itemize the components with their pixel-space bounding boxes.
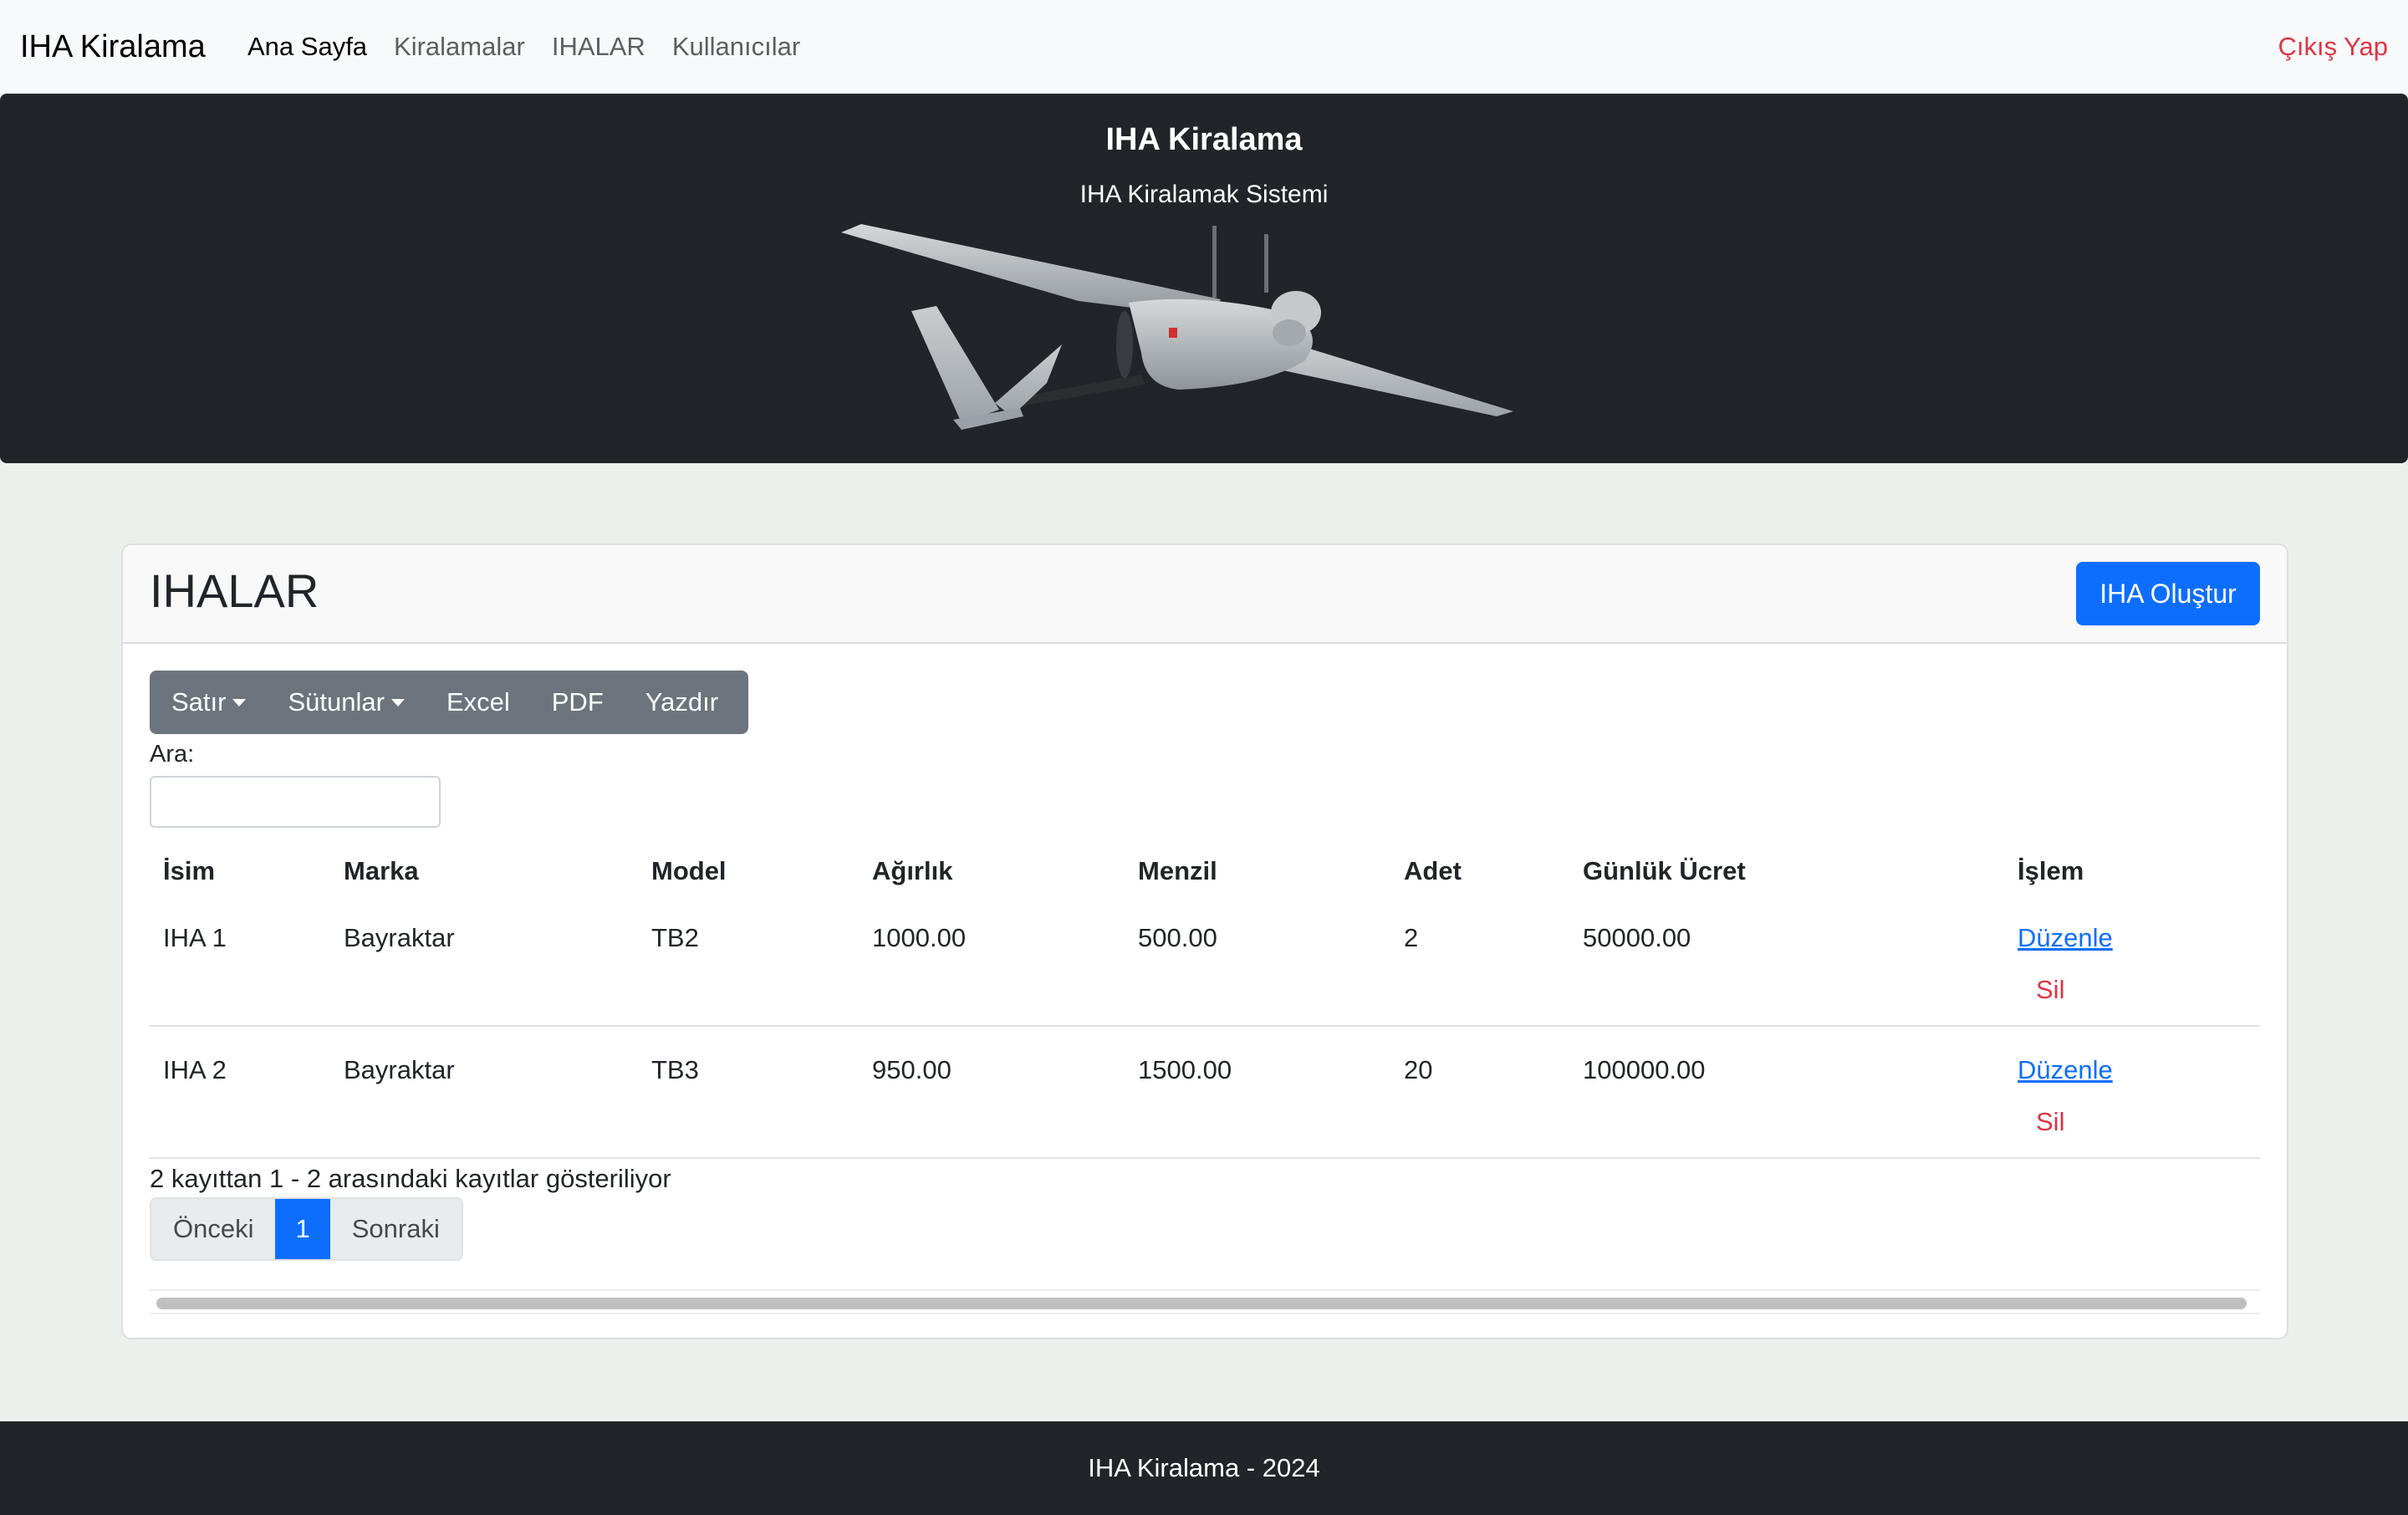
row-divider: [150, 1157, 2260, 1159]
col-header-daily-fee[interactable]: Günlük Ücret: [1583, 856, 1746, 886]
caret-down-icon: [232, 698, 247, 706]
columns-dropdown-button[interactable]: Sütunlar: [288, 687, 405, 717]
navbar-brand[interactable]: IHA Kiralama: [20, 29, 206, 65]
drone-image: [841, 224, 1513, 430]
nav-links: Ana Sayfa Kiralamalar IHALAR Kullanıcıla…: [247, 32, 827, 62]
search-label: Ara:: [150, 741, 195, 768]
navbar: IHA Kiralama Ana Sayfa Kiralamalar IHALA…: [0, 0, 2408, 94]
hero-subtitle: IHA Kiralamak Sistemi: [1079, 181, 1329, 208]
cell-daily-fee: 50000.00: [1583, 923, 1691, 952]
cell-quantity: 20: [1404, 1055, 1433, 1084]
horizontal-scrollbar[interactable]: [150, 1289, 2260, 1314]
page-title: IHALAR: [150, 564, 319, 617]
cell-range: 1500.00: [1138, 1055, 1232, 1084]
print-button[interactable]: Yazdır: [645, 687, 718, 717]
table-toolbar: Satır Sütunlar Excel PDF Yazdır: [150, 671, 748, 734]
pagination-next-button[interactable]: Sonraki: [329, 1199, 462, 1259]
cell-model: TB3: [651, 1055, 699, 1084]
logout-link[interactable]: Çıkış Yap: [2278, 32, 2388, 62]
cell-weight: 950.00: [872, 1055, 951, 1084]
hero-title: IHA Kiralama: [1105, 122, 1303, 157]
rows-label: Satır: [171, 687, 227, 717]
col-header-brand[interactable]: Marka: [344, 856, 419, 886]
pagination-prev-button[interactable]: Önceki: [151, 1199, 276, 1259]
scrollbar-thumb[interactable]: [156, 1298, 2247, 1309]
create-iha-button[interactable]: IHA Oluştur: [2076, 562, 2260, 625]
nav-link-ihalar[interactable]: IHALAR: [552, 32, 645, 62]
caret-down-icon: [390, 698, 405, 706]
cell-brand: Bayraktar: [344, 1055, 455, 1084]
cell-model: TB2: [651, 923, 699, 952]
nav-link-home[interactable]: Ana Sayfa: [247, 32, 367, 62]
cell-brand: Bayraktar: [344, 923, 455, 952]
col-header-model[interactable]: Model: [651, 856, 727, 886]
rows-dropdown-button[interactable]: Satır: [171, 687, 247, 717]
nav-link-users[interactable]: Kullanıcılar: [672, 32, 800, 62]
pagination-page-1[interactable]: 1: [275, 1199, 330, 1259]
table-info: 2 kayıttan 1 - 2 arasındaki kayıtlar gös…: [150, 1164, 671, 1193]
nav-link-rentals[interactable]: Kiralamalar: [394, 32, 525, 62]
hero-banner: IHA Kiralama IHA Kiralamak Sistemi: [0, 94, 2408, 463]
footer: IHA Kiralama - 2024: [0, 1421, 2408, 1515]
col-header-action: İşlem: [2018, 856, 2084, 885]
pagination: Önceki 1 Sonraki: [150, 1197, 463, 1261]
edit-link[interactable]: Düzenle: [2018, 1055, 2113, 1085]
delete-button[interactable]: Sil: [2036, 1107, 2064, 1137]
col-header-quantity[interactable]: Adet: [1404, 856, 1462, 886]
col-header-range[interactable]: Menzil: [1138, 856, 1217, 886]
cell-weight: 1000.00: [872, 923, 967, 952]
edit-link[interactable]: Düzenle: [2018, 923, 2113, 953]
excel-export-button[interactable]: Excel: [446, 687, 510, 717]
col-header-weight[interactable]: Ağırlık: [872, 856, 952, 886]
card-header: IHALAR IHA Oluştur: [123, 545, 2287, 644]
delete-button[interactable]: Sil: [2036, 975, 2064, 1005]
ihalar-card: IHALAR IHA Oluştur Satır Sütunlar Excel …: [121, 543, 2288, 1339]
cell-quantity: 2: [1404, 923, 1419, 952]
cell-daily-fee: 100000.00: [1583, 1055, 1706, 1084]
cell-range: 500.00: [1138, 923, 1217, 952]
cell-name: IHA 1: [163, 923, 227, 952]
col-header-name[interactable]: İsim: [163, 856, 215, 886]
cell-name: IHA 2: [163, 1055, 227, 1084]
pdf-export-button[interactable]: PDF: [552, 687, 604, 717]
row-divider: [150, 1025, 2260, 1027]
columns-label: Sütunlar: [288, 687, 385, 717]
search-input[interactable]: [150, 776, 441, 828]
